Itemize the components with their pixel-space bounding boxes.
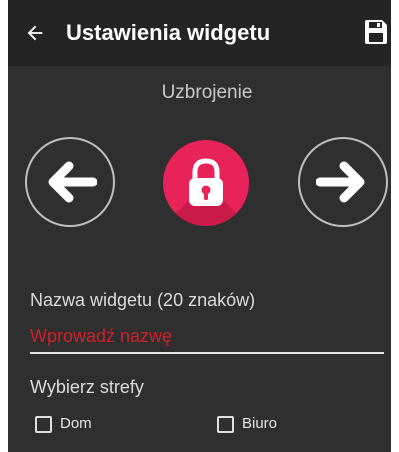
padlock-icon bbox=[163, 140, 249, 226]
next-mode-button[interactable] bbox=[298, 137, 388, 227]
widget-settings-screen: Ustawienia widgetu Uzbrojenie Nazwa widg… bbox=[8, 0, 391, 452]
previous-mode-button[interactable] bbox=[25, 137, 115, 227]
zone-label-dom: Dom bbox=[60, 415, 92, 432]
widget-name-input[interactable] bbox=[30, 324, 384, 354]
toolbar: Ustawienia widgetu bbox=[8, 0, 391, 66]
widget-name-label: Nazwa widgetu (20 znaków) bbox=[30, 290, 256, 310]
zone-checkbox-dom[interactable] bbox=[35, 415, 52, 433]
save-button[interactable] bbox=[363, 18, 389, 46]
zones-label: Wybierz strefy bbox=[30, 377, 144, 397]
arrow-left-icon bbox=[27, 25, 43, 41]
zone-checkbox-biuro[interactable] bbox=[217, 415, 234, 433]
zone-option-biuro[interactable]: Biuro bbox=[217, 413, 277, 435]
floppy-disk-icon bbox=[365, 20, 387, 44]
zone-option-dom[interactable]: Dom bbox=[35, 413, 92, 435]
back-button[interactable] bbox=[18, 16, 52, 50]
zone-label-biuro: Biuro bbox=[242, 415, 278, 432]
page-title: Ustawienia widgetu bbox=[66, 20, 271, 45]
arrow-right-icon bbox=[316, 161, 365, 203]
mode-label: Uzbrojenie bbox=[161, 82, 253, 103]
arrow-left-icon bbox=[48, 161, 97, 203]
